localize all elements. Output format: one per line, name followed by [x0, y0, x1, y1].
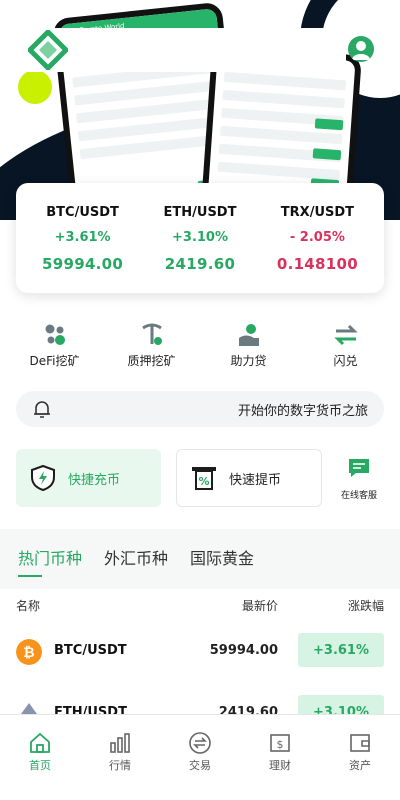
ticker-change: - 2.05%	[289, 230, 345, 245]
withdraw-percent-icon: %	[192, 467, 216, 490]
swap-icon	[333, 324, 358, 346]
ticker-btc[interactable]: BTC/USDT +3.61% 59994.00	[42, 205, 123, 293]
nav-label: 首页	[29, 759, 51, 772]
pickaxe-icon	[141, 323, 162, 345]
notice-bar[interactable]: 开始你的数字货币之旅	[16, 391, 384, 427]
deposit-label: 快捷充币	[68, 472, 121, 488]
header-name: 名称	[16, 599, 41, 613]
quick-item-loan[interactable]: 助力贷	[204, 322, 294, 372]
withdraw-label: 快速提币	[229, 472, 282, 488]
market-tabs-bar: 热门币种 外汇币种 国际黄金	[0, 529, 400, 589]
defi-mining-icon	[45, 324, 65, 345]
shield-bolt-icon	[31, 464, 55, 492]
header-change: 涨跌幅	[347, 599, 384, 613]
ticker-change: +3.61%	[54, 230, 111, 245]
tab-hot-coins[interactable]: 热门币种	[18, 545, 82, 577]
ticker-price: 59994.00	[42, 255, 124, 273]
service-label: 在线客服	[340, 491, 377, 501]
nav-label: 交易	[189, 759, 211, 772]
ticker-price: 2419.60	[164, 255, 236, 273]
ticker-pair: ETH/USDT	[163, 205, 237, 220]
nav-market[interactable]: 行情	[90, 731, 150, 800]
nav-trade[interactable]: 交易	[170, 731, 230, 800]
quick-item-defi[interactable]: DeFi挖矿	[10, 322, 100, 372]
table-header: 名称 最新价 涨跌幅	[16, 597, 384, 617]
nav-label: 理财	[269, 759, 291, 772]
tab-gold[interactable]: 国际黄金	[190, 545, 254, 577]
svg-text:%: %	[198, 475, 209, 488]
notice-text: 开始你的数字货币之旅	[237, 403, 368, 419]
quick-item-staking[interactable]: 质押挖矿	[107, 322, 197, 372]
chart-bars-icon	[110, 733, 130, 753]
quick-item-label: DeFi挖矿	[29, 354, 80, 368]
ticker-eth[interactable]: ETH/USDT +3.10% 2419.60	[164, 205, 237, 293]
ticker-change: +3.10%	[172, 230, 228, 245]
header-price: 最新价	[241, 599, 278, 613]
quick-item-swap[interactable]: 闪兑	[301, 322, 391, 372]
quick-item-label: 闪兑	[333, 354, 358, 368]
bottom-nav: 首页 行情 交易 $ 理财 资产	[0, 714, 400, 800]
bitcoin-icon: ₿	[16, 639, 42, 665]
quick-item-label: 质押挖矿	[127, 354, 176, 368]
user-avatar-icon[interactable]	[348, 36, 374, 62]
brand-logo-icon[interactable]	[28, 30, 68, 70]
nav-label: 资产	[349, 759, 371, 772]
row-price: 59994.00	[209, 643, 278, 658]
nav-label: 行情	[109, 759, 131, 772]
nav-assets[interactable]: 资产	[330, 731, 390, 800]
exchange-icon	[189, 732, 211, 754]
deposit-button[interactable]: 快捷充币	[16, 449, 161, 507]
loan-icon	[238, 324, 259, 346]
nav-home[interactable]: 首页	[10, 731, 70, 800]
tab-forex[interactable]: 外汇币种	[104, 545, 168, 577]
assets-icon	[350, 734, 370, 752]
chat-icon	[349, 459, 369, 477]
svg-text:$: $	[277, 738, 284, 751]
nav-finance[interactable]: $ 理财	[250, 731, 310, 800]
ticker-pair: TRX/USDT	[280, 205, 355, 220]
bell-icon	[34, 401, 50, 418]
ticker-price: 0.148100	[276, 255, 358, 273]
home-icon	[30, 732, 50, 753]
online-service-button[interactable]: 在线客服	[334, 456, 384, 501]
table-row[interactable]: ₿ BTC/USDT 59994.00 +3.61%	[16, 631, 384, 671]
hero-accent-blob	[18, 70, 52, 104]
quick-item-label: 助力贷	[230, 354, 267, 368]
svg-text:₿: ₿	[23, 645, 34, 661]
withdraw-button[interactable]: % 快速提币	[176, 449, 322, 507]
row-pair: BTC/USDT	[54, 643, 127, 658]
ticker-trx[interactable]: TRX/USDT - 2.05% 0.148100	[277, 205, 358, 293]
ticker-card: BTC/USDT +3.61% 59994.00 ETH/USDT +3.10%…	[16, 183, 384, 293]
row-change-badge: +3.61%	[298, 633, 384, 667]
quick-menu: DeFi挖矿 质押挖矿 助力贷 闪兑	[0, 322, 400, 372]
wallet-dollar-icon: $	[270, 734, 290, 752]
ticker-pair: BTC/USDT	[46, 205, 119, 220]
